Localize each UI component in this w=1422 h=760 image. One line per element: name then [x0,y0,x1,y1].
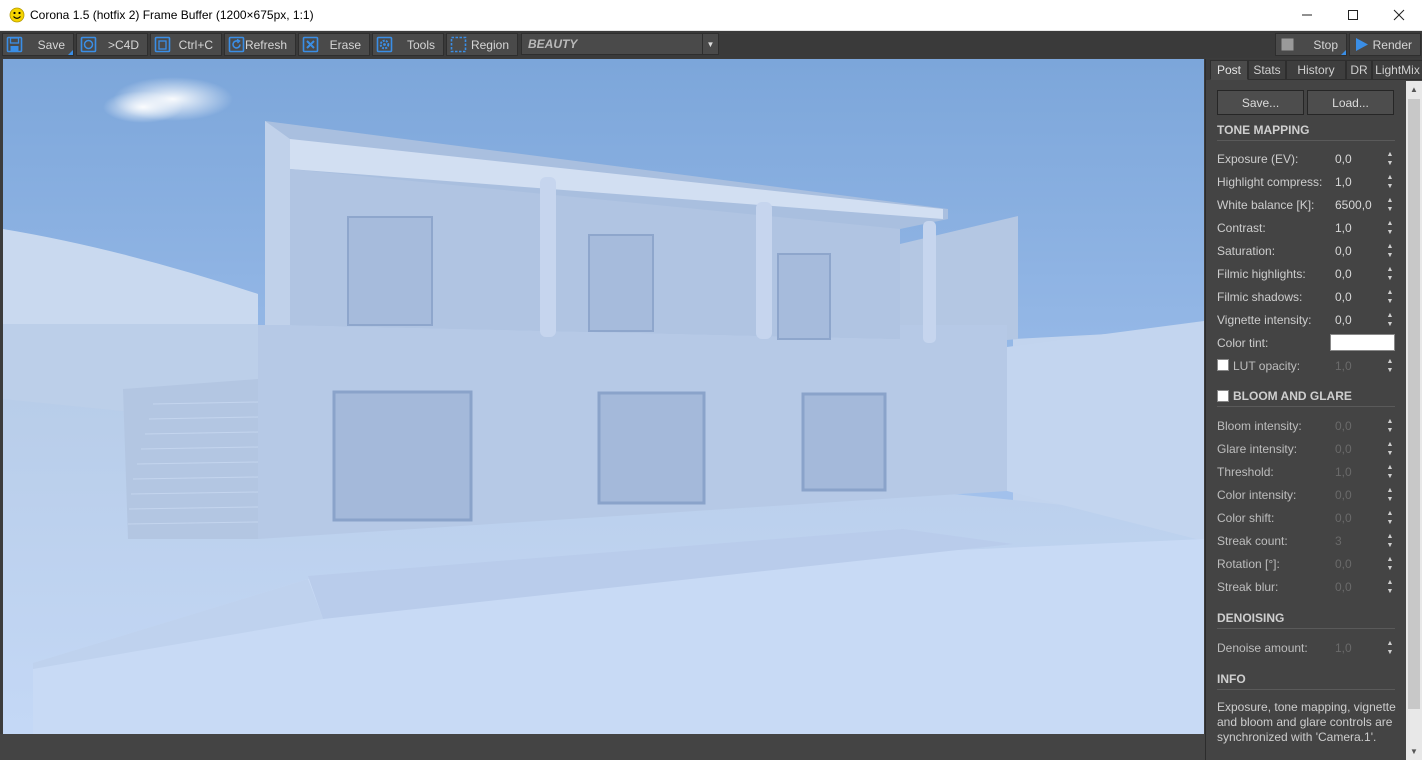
color-intensity-row[interactable]: Color intensity: 0,0 ▲ ▼ [1217,486,1402,504]
rotation-row[interactable]: Rotation [°]: 0,0 ▲ ▼ [1217,555,1402,573]
spinner-icon[interactable]: ▲ ▼ [1385,532,1395,550]
spinner-icon[interactable]: ▲ ▼ [1385,288,1395,306]
minimize-button[interactable] [1284,0,1330,30]
save-button[interactable]: Save [2,33,74,56]
region-icon [450,36,467,53]
vignette-intensity-row[interactable]: Vignette intensity: 0,0 ▲ ▼ [1217,311,1402,329]
render-image [3,59,1204,734]
info-text: Exposure, tone mapping, vignette and blo… [1217,700,1396,744]
lut-opacity-row[interactable]: LUT opacity: 1,0 ▲ ▼ [1217,357,1402,375]
lut-checkbox[interactable] [1217,359,1229,371]
spinner-icon[interactable]: ▲ ▼ [1385,486,1395,504]
chevron-down-icon: ▼ [702,34,718,54]
spinner-icon[interactable]: ▲ ▼ [1385,265,1395,283]
tab-stats[interactable]: Stats [1248,60,1286,80]
color-tint-swatch[interactable] [1330,334,1395,351]
c4d-icon [80,36,97,53]
smiley-icon [9,7,25,23]
erase-button[interactable]: Erase [298,33,370,56]
spinner-icon[interactable]: ▲ ▼ [1385,150,1395,168]
section-bloom-glare: BLOOM AND GLARE [1217,389,1395,407]
spinner-icon[interactable]: ▲ ▼ [1385,463,1395,481]
spinner-icon[interactable]: ▲ ▼ [1385,578,1395,596]
contrast-row[interactable]: Contrast: 1,0 ▲ ▼ [1217,219,1402,237]
tab-lightmix[interactable]: LightMix [1372,60,1422,80]
maximize-button[interactable] [1330,0,1376,30]
post-panel: Post Stats History DR LightMix ▲ ▼ Save.… [1205,59,1422,760]
white-balance-row[interactable]: White balance [K]: 6500,0 ▲ ▼ [1217,196,1402,214]
scroll-down-icon[interactable]: ▼ [1410,747,1418,756]
exposure-row[interactable]: Exposure (EV): 0,0 ▲ ▼ [1217,150,1402,168]
spinner-icon[interactable]: ▲ ▼ [1385,196,1395,214]
gear-icon [376,36,393,53]
minimize-icon [1302,14,1312,16]
floppy-icon [6,36,23,53]
filmic-shadows-row[interactable]: Filmic shadows: 0,0 ▲ ▼ [1217,288,1402,306]
close-button[interactable] [1376,0,1422,30]
bloom-checkbox[interactable] [1217,390,1229,402]
spinner-icon[interactable]: ▲ ▼ [1385,639,1395,657]
saturation-row[interactable]: Saturation: 0,0 ▲ ▼ [1217,242,1402,260]
filmic-highlights-row[interactable]: Filmic highlights: 0,0 ▲ ▼ [1217,265,1402,283]
spinner-icon[interactable]: ▲ ▼ [1385,219,1395,237]
title-bar: Corona 1.5 (hotfix 2) Frame Buffer (1200… [0,0,1422,31]
channel-dropdown[interactable]: BEAUTY ▼ [521,33,719,55]
denoise-amount-row[interactable]: Denoise amount: 1,0 ▲ ▼ [1217,639,1402,657]
maximize-icon [1348,10,1358,20]
scrollbar-thumb[interactable] [1408,99,1420,709]
copy-icon [154,36,171,53]
save-settings-button[interactable]: Save... [1217,90,1304,115]
refresh-icon [228,36,245,53]
render-button[interactable]: Render [1349,33,1421,56]
section-tone-mapping: TONE MAPPING [1217,123,1395,141]
spinner-icon[interactable]: ▲ ▼ [1385,173,1395,191]
panel-scrollbar[interactable]: ▲ ▼ [1406,81,1422,760]
spinner-icon[interactable]: ▲ ▼ [1385,555,1395,573]
spinner-icon[interactable]: ▲ ▼ [1385,509,1395,527]
spinner-icon[interactable]: ▲ ▼ [1385,242,1395,260]
spinner-icon[interactable]: ▲ ▼ [1385,417,1395,435]
highlight-compress-row[interactable]: Highlight compress: 1,0 ▲ ▼ [1217,173,1402,191]
spinner-icon[interactable]: ▲ ▼ [1385,357,1395,375]
exposure-value[interactable]: 0,0 [1335,152,1352,166]
threshold-row[interactable]: Threshold: 1,0 ▲ ▼ [1217,463,1402,481]
streak-blur-row[interactable]: Streak blur: 0,0 ▲ ▼ [1217,578,1402,596]
color-shift-row[interactable]: Color shift: 0,0 ▲ ▼ [1217,509,1402,527]
tab-post[interactable]: Post [1210,60,1248,80]
close-icon [1393,9,1405,21]
section-denoising: DENOISING [1217,611,1395,629]
window-title: Corona 1.5 (hotfix 2) Frame Buffer (1200… [30,8,314,22]
spinner-icon[interactable]: ▲ ▼ [1385,440,1395,458]
tab-history[interactable]: History [1286,60,1346,80]
channel-value: BEAUTY [528,37,578,51]
render-viewport[interactable] [3,59,1204,734]
panel-tabs: Post Stats History DR LightMix [1206,59,1422,80]
bloom-intensity-row[interactable]: Bloom intensity: 0,0 ▲ ▼ [1217,417,1402,435]
erase-icon [302,36,319,53]
tab-dr[interactable]: DR [1346,60,1372,80]
copy-button[interactable]: Ctrl+C [150,33,222,56]
glare-intensity-row[interactable]: Glare intensity: 0,0 ▲ ▼ [1217,440,1402,458]
streak-count-row[interactable]: Streak count: 3 ▲ ▼ [1217,532,1402,550]
refresh-button[interactable]: Refresh [224,33,296,56]
spinner-icon[interactable]: ▲ ▼ [1385,311,1395,329]
send-to-c4d-button[interactable]: >C4D [76,33,148,56]
scroll-up-icon[interactable]: ▲ [1410,85,1418,94]
load-settings-button[interactable]: Load... [1307,90,1394,115]
section-info: INFO [1217,672,1395,690]
tools-button[interactable]: Tools [372,33,444,56]
stop-button[interactable]: Stop [1275,33,1347,56]
color-tint-row[interactable]: Color tint: [1217,334,1402,352]
play-icon [1356,38,1368,51]
stop-icon [1281,38,1294,51]
status-bar [0,734,1205,760]
region-button[interactable]: Region [446,33,518,56]
